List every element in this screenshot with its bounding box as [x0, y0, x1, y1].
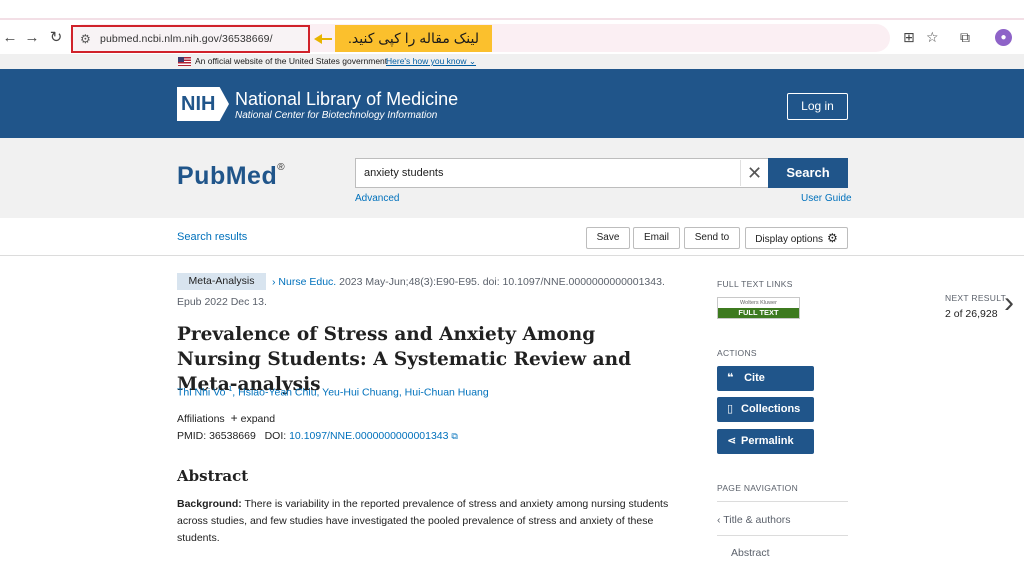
article-actions-bar: Search results Save Email Send to Displa…: [0, 218, 1024, 256]
save-button[interactable]: Save: [586, 227, 630, 249]
background-text: There is variability in the reported pre…: [177, 498, 669, 544]
chevron-right-icon: ›: [272, 276, 276, 288]
pmid-value: 36538669: [209, 430, 256, 442]
nav-divider: [717, 501, 848, 502]
author-link[interactable]: Thi Nhi Vo: [177, 387, 225, 399]
permalink-label[interactable]: Permalink: [741, 435, 794, 447]
registered-mark: ®: [277, 162, 286, 173]
pubmed-logo[interactable]: PubMed®: [177, 162, 285, 191]
gov-banner-text: An official website of the United States…: [195, 56, 388, 66]
gov-banner-link[interactable]: Here's how you know ⌄: [386, 56, 476, 67]
expand-label[interactable]: expand: [241, 413, 275, 425]
display-options-button[interactable]: Display options ⚙: [745, 227, 848, 249]
publisher-name[interactable]: Wolters Kluwer: [718, 298, 799, 308]
external-link-icon[interactable]: ⧉: [451, 431, 457, 441]
search-results-link[interactable]: Search results: [177, 231, 247, 243]
bookmark-icon[interactable]: ▯: [727, 397, 741, 422]
tab-strip-divider: [0, 18, 1024, 20]
site-info-icon[interactable]: ⚙: [80, 32, 91, 46]
user-guide-link[interactable]: User Guide: [801, 193, 852, 204]
next-result-count: 2 of 26,928: [945, 308, 998, 320]
nlm-subtitle: National Center for Biotechnology Inform…: [235, 110, 438, 121]
cite-button[interactable]: ❝ Cite: [717, 366, 814, 391]
doi-label: DOI:: [264, 430, 287, 442]
search-band: PubMed® ✕ Search Advanced User Guide: [0, 138, 1024, 218]
plus-icon[interactable]: +: [231, 411, 238, 425]
chevron-left-icon[interactable]: ‹: [717, 514, 721, 526]
epub-date: Epub 2022 Dec 13.: [177, 296, 267, 308]
search-input[interactable]: [355, 158, 769, 188]
profile-avatar-icon[interactable]: ●: [995, 29, 1012, 46]
doi-link[interactable]: 10.1097/NNE.0000000000001343: [289, 430, 448, 442]
author-list: Thi Nhi Vo 1, Hsiao-Yean Chiu, Yeu-Hui C…: [177, 386, 489, 399]
affiliations-toggle[interactable]: Affiliations + expand: [177, 411, 275, 425]
nav-abstract[interactable]: Abstract: [731, 547, 770, 559]
abstract-heading: Abstract: [177, 467, 249, 485]
reload-icon[interactable]: ↻: [46, 28, 66, 48]
pubmed-logo-text[interactable]: PubMed: [177, 162, 277, 190]
page-navigation-heading: PAGE NAVIGATION: [717, 483, 799, 493]
cite-label[interactable]: Cite: [744, 372, 765, 384]
full-text-link-button[interactable]: Wolters Kluwer FULL TEXT: [717, 297, 800, 319]
full-text-links-heading: FULL TEXT LINKS: [717, 279, 793, 289]
article-identifiers: PMID: 36538669 DOI: 10.1097/NNE.00000000…: [177, 430, 458, 442]
nav-title-authors-label[interactable]: Title & authors: [723, 514, 790, 526]
affiliations-label[interactable]: Affiliations: [177, 413, 225, 425]
full-text-label[interactable]: FULL TEXT: [718, 308, 799, 318]
translate-icon[interactable]: ⊞: [903, 29, 915, 46]
back-icon[interactable]: ←: [0, 28, 20, 48]
bookmark-star-icon[interactable]: ☆: [926, 29, 939, 46]
nlm-title[interactable]: National Library of Medicine: [235, 89, 458, 110]
background-label: Background:: [177, 498, 242, 510]
abstract-background: Background: There is variability in the …: [177, 496, 677, 547]
nih-logo[interactable]: NIH: [177, 87, 229, 121]
forward-icon[interactable]: →: [22, 28, 42, 48]
collections-label[interactable]: Collections: [741, 403, 800, 415]
advanced-search-link[interactable]: Advanced: [355, 193, 399, 204]
gov-banner: An official website of the United States…: [0, 54, 1024, 69]
gear-icon[interactable]: ⚙: [827, 231, 838, 245]
login-button[interactable]: Log in: [787, 93, 848, 120]
journal-period: .: [333, 276, 337, 288]
email-button[interactable]: Email: [633, 227, 680, 249]
quote-icon[interactable]: ❝: [727, 366, 741, 391]
instruction-callout: لینک مقاله را کپی کنید.: [335, 25, 492, 52]
citation-line: › Nurse Educ. 2023 May-Jun;48(3):E90-E95…: [272, 276, 665, 288]
collections-button[interactable]: ▯ Collections: [717, 397, 814, 422]
pmid-label: PMID:: [177, 430, 207, 442]
citation-text: 2023 May-Jun;48(3):E90-E95. doi: 10.1097…: [339, 276, 665, 288]
publication-type-badge: Meta-Analysis: [177, 273, 266, 290]
nav-title-authors[interactable]: ‹ Title & authors: [717, 514, 791, 526]
next-result-label: NEXT RESULT: [945, 293, 1007, 303]
address-bar[interactable]: ⚙ pubmed.ncbi.nlm.nih.gov/36538669/: [71, 25, 310, 53]
actions-heading: ACTIONS: [717, 348, 757, 358]
display-options-label[interactable]: Display options: [755, 234, 823, 245]
browser-toolbar: ← → ↻ ⚙ pubmed.ncbi.nlm.nih.gov/36538669…: [0, 0, 1024, 54]
clear-search-icon[interactable]: ✕: [740, 160, 768, 186]
url-text[interactable]: pubmed.ncbi.nlm.nih.gov/36538669/: [100, 33, 273, 45]
permalink-button[interactable]: ⋖ Permalink: [717, 429, 814, 454]
nlm-header: NIH National Library of Medicine Nationa…: [0, 69, 1024, 138]
gov-banner-link-text[interactable]: Here's how you know: [386, 56, 467, 66]
journal-link[interactable]: Nurse Educ: [278, 276, 333, 288]
share-icon[interactable]: ⋖: [727, 429, 741, 454]
us-flag-icon: [178, 57, 191, 66]
nav-divider: [717, 535, 848, 536]
other-authors[interactable]: , Hsiao-Yean Chiu, Yeu-Hui Chuang, Hui-C…: [232, 387, 488, 399]
send-to-button[interactable]: Send to: [684, 227, 740, 249]
extensions-icon[interactable]: ⧉: [960, 29, 970, 46]
search-button[interactable]: Search: [768, 158, 848, 188]
callout-arrow-head: [314, 34, 322, 44]
next-result-chevron-icon[interactable]: ›: [1004, 288, 1014, 318]
